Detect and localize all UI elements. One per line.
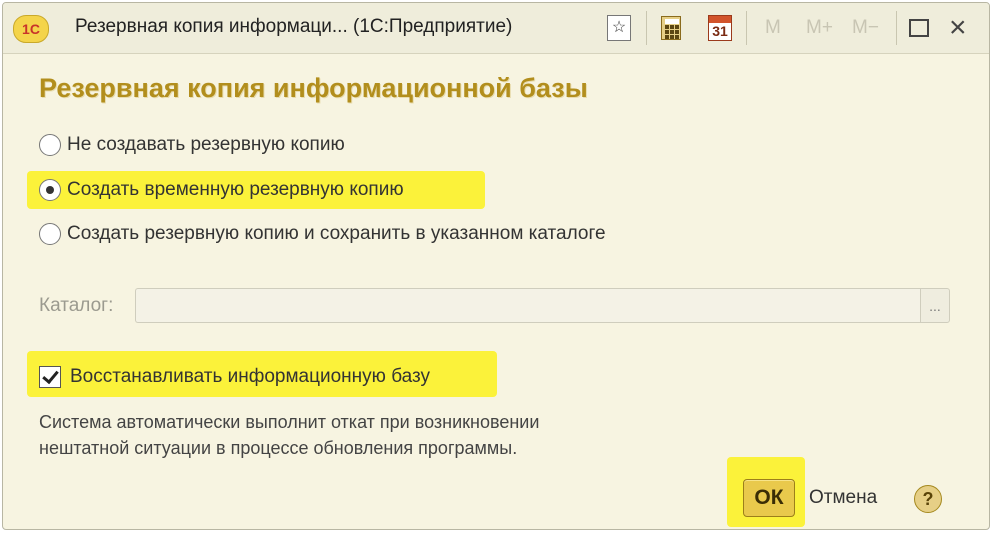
window-title: Резервная копия информаци... (1С:Предпри… [75,16,513,37]
form-heading: Резервная копия информационной базы [39,73,588,103]
maximize-button[interactable] [909,13,929,43]
memory-add-button[interactable]: M+ [806,13,833,43]
favorite-button[interactable]: ☆ [607,13,631,43]
radio-label: Создать резервную копию и сохранить в ук… [67,223,606,244]
calendar-icon: 31 [708,15,732,41]
radio-label: Не создавать резервную копию [67,134,345,155]
memory-subtract-button[interactable]: M− [852,13,879,43]
toolbar-separator [896,11,897,45]
radio-button[interactable] [39,134,61,156]
radio-button-selected[interactable] [39,179,61,201]
close-button[interactable]: × [949,13,967,43]
memory-button[interactable]: M [765,13,781,43]
radio-button[interactable] [39,223,61,245]
radio-label: Создать временную резервную копию [67,179,404,200]
catalog-browse-button[interactable]: ... [920,288,950,323]
close-icon: × [949,11,967,44]
description-line: нештатной ситуации в процессе обновления… [39,438,518,458]
toolbar-separator [746,11,747,45]
ok-button[interactable]: ОК [743,479,795,517]
calculator-icon [661,16,681,40]
description-text: Система автоматически выполнит откат при… [39,409,739,461]
restore-checkbox[interactable] [39,366,61,388]
radio-backup-to-catalog[interactable]: Создать резервную копию и сохранить в ук… [39,220,606,248]
restore-checkbox-label: Восстанавливать информационную базу [70,366,430,387]
catalog-input[interactable] [135,288,921,323]
maximize-icon [909,19,929,37]
backup-dialog: 1С Резервная копия информаци... (1С:Пред… [2,2,990,530]
radio-no-backup[interactable]: Не создавать резервную копию [39,131,345,159]
toolbar-separator [646,11,647,45]
description-line: Система автоматически выполнит откат при… [39,412,540,432]
radio-temporary-backup[interactable]: Создать временную резервную копию [39,176,404,204]
restore-checkbox-row[interactable]: Восстанавливать информационную базу [39,363,430,391]
calendar-button[interactable]: 31 [708,13,732,43]
app-logo: 1С [13,15,49,43]
catalog-label: Каталог: [39,295,114,316]
title-bar: 1С Резервная копия информаци... (1С:Пред… [3,3,989,54]
star-icon: ☆ [607,15,631,41]
cancel-button[interactable]: Отмена [809,487,877,509]
calculator-button[interactable] [661,13,681,43]
help-button[interactable]: ? [914,485,942,513]
calendar-day: 31 [712,23,728,39]
